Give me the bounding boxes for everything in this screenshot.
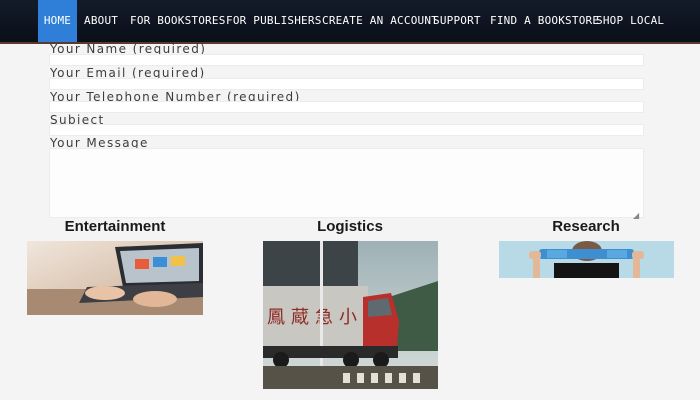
svg-text:鳳: 鳳 (267, 307, 285, 328)
top-navigation: HOME ABOUT FOR BOOKSTORES FOR PUBLISHERS… (0, 0, 700, 44)
nav-item-for-publishers[interactable]: FOR PUBLISHERS (226, 0, 321, 42)
nav-item-shop-local[interactable]: SHOP LOCAL (596, 0, 664, 42)
category-title-logistics: Logistics (317, 218, 383, 235)
nav-item-about[interactable]: ABOUT (84, 0, 118, 42)
nav-item-home[interactable]: HOME (38, 0, 77, 42)
nav-item-for-bookstores[interactable]: FOR BOOKSTORES (130, 0, 225, 42)
nav-item-create-account[interactable]: CREATE AN ACCOUNT (322, 0, 438, 42)
svg-text:小: 小 (339, 307, 357, 328)
subject-field[interactable] (49, 124, 644, 136)
category-title-research: Research (552, 218, 620, 235)
person-with-blueprints-image[interactable] (499, 241, 674, 278)
nav-item-find-bookstore[interactable]: FIND A BOOKSTORE (490, 0, 599, 42)
email-field[interactable] (49, 78, 644, 90)
name-field[interactable] (49, 54, 644, 66)
nav-item-support[interactable]: SUPPORT (433, 0, 481, 42)
truck-image[interactable]: 鳳 蔵 急 小 (263, 241, 438, 389)
message-field[interactable] (49, 148, 644, 218)
svg-text:急: 急 (315, 307, 333, 328)
phone-field[interactable] (49, 101, 644, 113)
svg-text:蔵: 蔵 (291, 307, 309, 328)
laptop-hands-image[interactable] (27, 241, 203, 315)
category-title-entertainment: Entertainment (64, 218, 166, 235)
